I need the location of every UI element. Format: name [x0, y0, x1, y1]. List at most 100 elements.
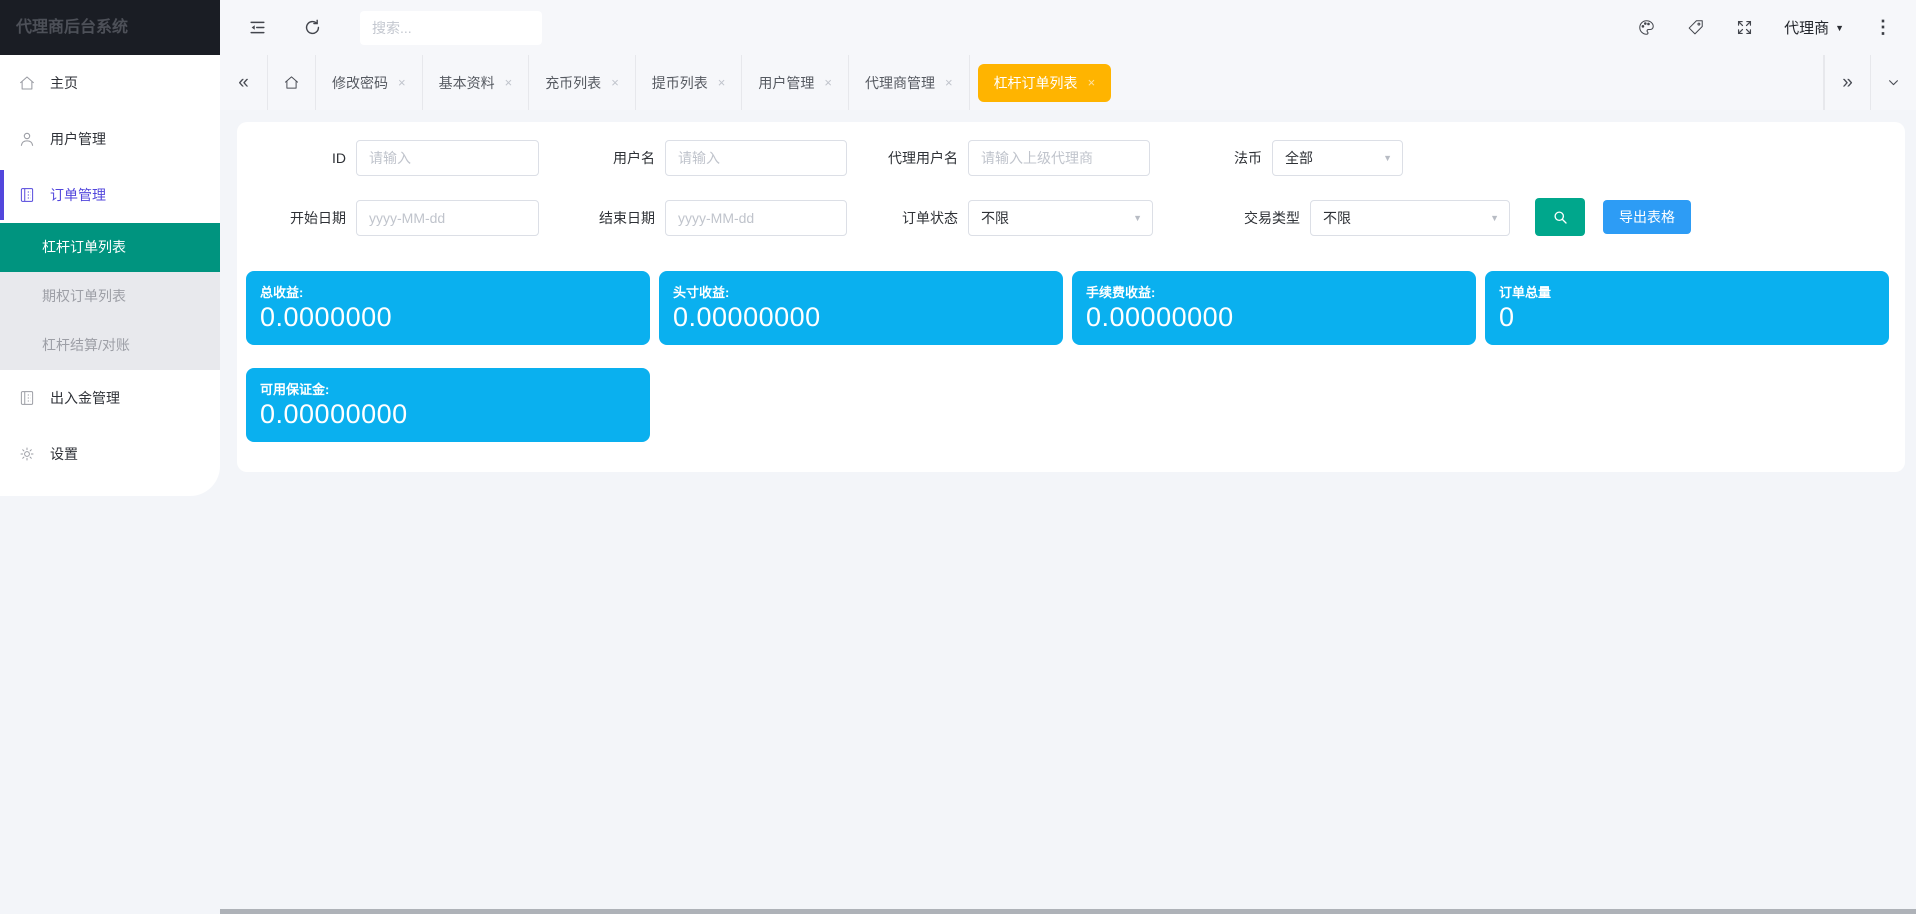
tab-item[interactable]: 修改密码 × [316, 55, 423, 110]
sidebar-menu: 主页 用户管理 订单管理 杠杆订单列表 期权订单列表 杠杆结算/对账 [0, 55, 220, 496]
field-label: 法币 [1192, 148, 1262, 168]
close-icon[interactable]: × [611, 75, 619, 90]
sidebar-item-funds[interactable]: 出入金管理 [0, 370, 220, 426]
stat-card-available-margin: 可用保证金: 0.00000000 [246, 368, 650, 442]
sidebar-item-label: 用户管理 [50, 129, 106, 149]
select-value: 不限 [981, 208, 1009, 228]
tab-bar: « 修改密码 × 基本资料 × 充币列表 × 提币列表 × 用户管理 [220, 55, 1916, 110]
collapse-menu-icon[interactable] [248, 18, 267, 37]
tag-icon[interactable] [1686, 18, 1705, 37]
order-status-select[interactable]: 不限 ▼ [968, 200, 1153, 236]
tab-item[interactable]: 提币列表 × [636, 55, 743, 110]
end-date-input[interactable] [665, 200, 847, 236]
tab-item[interactable]: 充币列表 × [529, 55, 636, 110]
field-label: 订单状态 [848, 208, 958, 228]
close-icon[interactable]: × [398, 75, 406, 90]
tab-label: 充币列表 [545, 73, 601, 93]
sidebar-item-home[interactable]: 主页 [0, 55, 220, 111]
id-input[interactable] [356, 140, 539, 176]
field-label: 结束日期 [546, 208, 655, 228]
close-icon[interactable]: × [718, 75, 726, 90]
user-menu[interactable]: 代理商 ▼ [1784, 17, 1844, 38]
tabbar-spacer [1119, 55, 1824, 110]
theme-palette-icon[interactable] [1637, 18, 1656, 37]
stat-label: 头寸收益: [673, 282, 1063, 301]
close-icon[interactable]: × [824, 75, 832, 90]
stat-value: 0.00000000 [1086, 302, 1476, 333]
tab-item[interactable]: 用户管理 × [742, 55, 849, 110]
gear-icon [18, 445, 36, 463]
kebab-menu-icon[interactable]: ⋮ [1874, 17, 1892, 38]
filter-username: 用户名 [546, 140, 847, 176]
field-label: 交易类型 [1190, 208, 1300, 228]
filter-id: ID [237, 140, 539, 176]
field-label: 用户名 [546, 148, 655, 168]
chevron-down-icon: ▼ [1383, 153, 1392, 163]
select-value: 不限 [1323, 208, 1351, 228]
search-button[interactable] [1535, 198, 1585, 236]
export-button[interactable]: 导出表格 [1603, 200, 1691, 234]
topbar-left [248, 18, 322, 37]
field-label: 代理用户名 [848, 148, 958, 168]
close-icon[interactable]: × [505, 75, 513, 90]
magnifier-icon [1551, 208, 1569, 226]
filter-start-date: 开始日期 [237, 200, 539, 236]
tab-label: 基本资料 [439, 73, 495, 93]
sidebar-item-label: 设置 [50, 444, 78, 464]
chevron-down-icon: ▼ [1133, 213, 1142, 223]
chevron-down-icon: ▼ [1490, 213, 1499, 223]
app-title: 代理商后台系统 [0, 0, 220, 55]
field-label: ID [237, 150, 346, 166]
username-input[interactable] [665, 140, 847, 176]
start-date-input[interactable] [356, 200, 539, 236]
sidebar-item-label: 订单管理 [50, 185, 106, 205]
sidebar-item-orders[interactable]: 订单管理 [0, 167, 220, 223]
filter-trade-type: 交易类型 不限 ▼ [1190, 200, 1510, 236]
user-icon [18, 130, 36, 148]
sidebar-item-settings[interactable]: 设置 [0, 426, 220, 482]
sidebar-subitem-leverage-orders[interactable]: 杠杆订单列表 [0, 223, 220, 272]
order-icon [18, 186, 36, 204]
filter-fiat: 法币 全部 ▼ [1192, 140, 1403, 176]
fullscreen-icon[interactable] [1735, 18, 1754, 37]
trade-type-select[interactable]: 不限 ▼ [1310, 200, 1510, 236]
stat-card-order-total: 订单总量 0 [1485, 271, 1889, 345]
active-indicator [0, 170, 4, 220]
sidebar: 代理商后台系统 主页 用户管理 订单管理 [0, 0, 220, 496]
topbar: 代理商 ▼ ⋮ [220, 0, 1916, 55]
stat-card-position-profit: 头寸收益: 0.00000000 [659, 271, 1063, 345]
agent-username-input[interactable] [968, 140, 1150, 176]
refresh-icon[interactable] [303, 18, 322, 37]
tab-item[interactable]: 代理商管理 × [849, 55, 970, 110]
sidebar-subitem-option-orders[interactable]: 期权订单列表 [0, 272, 220, 321]
close-icon[interactable]: × [1088, 75, 1096, 90]
sidebar-subitem-leverage-settle[interactable]: 杠杆结算/对账 [0, 321, 220, 370]
tab-item-active[interactable]: 杠杆订单列表 × [978, 64, 1112, 102]
field-label: 开始日期 [237, 208, 346, 228]
stat-label: 订单总量 [1499, 282, 1889, 301]
content-panel: ID 用户名 代理用户名 法币 全部 ▼ 开始日期 [237, 122, 1905, 472]
sidebar-item-users[interactable]: 用户管理 [0, 111, 220, 167]
stat-card-total-profit: 总收益: 0.0000000 [246, 271, 650, 345]
tab-item[interactable]: 基本资料 × [423, 55, 530, 110]
tabs-scroll-right-icon[interactable]: » [1824, 55, 1870, 110]
stat-value: 0 [1499, 302, 1889, 333]
user-menu-label: 代理商 [1784, 17, 1829, 38]
tabs-dropdown-icon[interactable] [1870, 55, 1916, 110]
topbar-right: 代理商 ▼ ⋮ [1637, 17, 1892, 38]
tab-home-icon[interactable] [268, 55, 316, 110]
tabs-scroll-left-icon[interactable]: « [220, 55, 268, 110]
tab-label: 用户管理 [758, 73, 814, 93]
tab-label: 修改密码 [332, 73, 388, 93]
sidebar-item-label: 主页 [50, 73, 78, 93]
search-input[interactable] [360, 11, 542, 45]
fiat-select[interactable]: 全部 ▼ [1272, 140, 1403, 176]
close-icon[interactable]: × [945, 75, 953, 90]
money-icon [18, 389, 36, 407]
tab-label: 代理商管理 [865, 73, 935, 93]
home-icon [18, 74, 36, 92]
tab-label: 提币列表 [652, 73, 708, 93]
chevron-down-icon: ▼ [1835, 23, 1844, 33]
tab-label: 杠杆订单列表 [994, 73, 1078, 93]
stat-value: 0.0000000 [260, 302, 650, 333]
